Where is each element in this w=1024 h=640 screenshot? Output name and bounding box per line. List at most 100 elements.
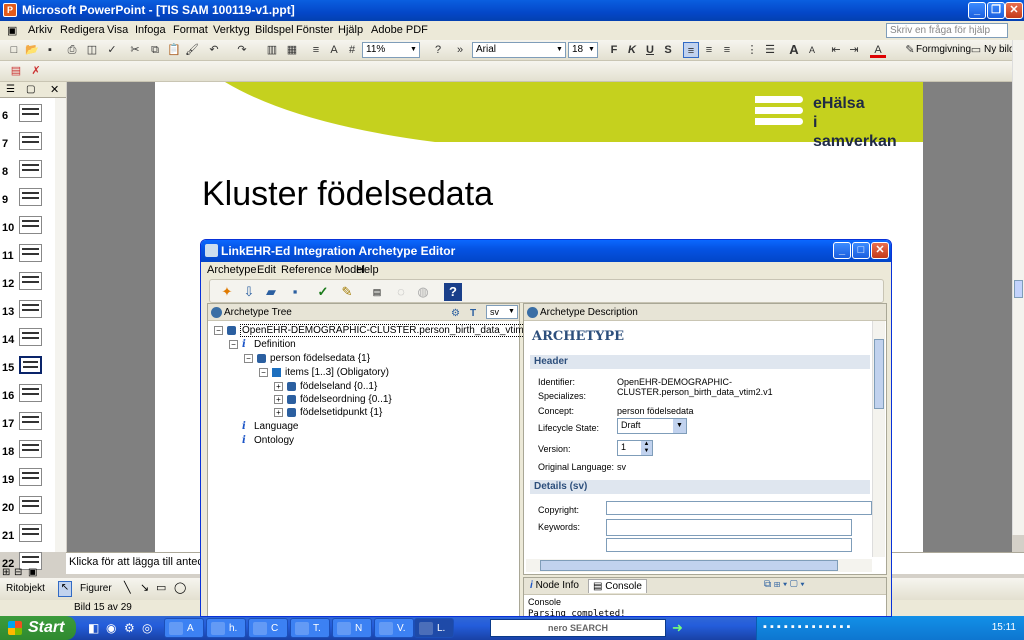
- redo-icon[interactable]: ↷: [234, 42, 250, 58]
- preview-icon[interactable]: ◫: [84, 42, 100, 58]
- menu-icon[interactable]: ▣: [7, 24, 17, 37]
- slide-preview[interactable]: [19, 412, 42, 430]
- print-icon[interactable]: ⎙: [64, 42, 80, 58]
- tree-field[interactable]: + födelseordning {0..1}: [274, 394, 392, 406]
- lifecycle-select[interactable]: Draft ▼: [617, 418, 687, 434]
- slides-tab[interactable]: ▢: [26, 84, 35, 95]
- slide-preview[interactable]: [19, 216, 42, 234]
- align-left-icon[interactable]: ≡: [683, 42, 699, 58]
- select-pointer-icon[interactable]: ↖: [58, 581, 72, 597]
- slide-preview[interactable]: [19, 132, 42, 150]
- save-icon[interactable]: ▪: [286, 283, 304, 301]
- tray-icons[interactable]: ▪ ▪ ▪ ▪ ▪ ▪ ▪ ▪ ▪ ▪ ▪ ▪ ▪: [763, 621, 850, 633]
- copy-icon[interactable]: ⧉: [147, 42, 163, 58]
- menu-fonster[interactable]: Fönster: [296, 24, 333, 36]
- slide-thumbnail[interactable]: 20: [0, 494, 60, 520]
- taskbar-button[interactable]: V.: [374, 618, 414, 638]
- slide-thumbnail[interactable]: 9: [0, 186, 60, 212]
- tree-definition[interactable]: − i Definition: [229, 339, 296, 351]
- ritobjekt-menu[interactable]: Ritobjekt: [6, 583, 45, 594]
- sorter-view-icon[interactable]: ⊟: [14, 567, 22, 578]
- slide-thumbnail[interactable]: 19: [0, 466, 60, 492]
- tab-node-info[interactable]: i Node Info: [530, 580, 579, 591]
- slide-thumbnail[interactable]: 10: [0, 214, 60, 240]
- slide-thumbnail[interactable]: 7: [0, 130, 60, 156]
- tree-field[interactable]: + födelseland {0..1}: [274, 381, 377, 393]
- expand-icon[interactable]: ≡: [308, 42, 324, 58]
- help-icon[interactable]: ?: [430, 42, 446, 58]
- quicklaunch-icon[interactable]: ◧: [88, 621, 99, 635]
- italic-icon[interactable]: K: [624, 42, 640, 58]
- tree-root[interactable]: − OpenEHR-DEMOGRAPHIC-CLUSTER.person_birt…: [214, 324, 545, 337]
- save-icon[interactable]: ▪: [42, 42, 58, 58]
- normal-view-icon[interactable]: ⊞: [2, 567, 10, 578]
- menu-visa[interactable]: Visa: [107, 24, 128, 36]
- slide-preview[interactable]: [19, 440, 42, 458]
- new-slide-button[interactable]: Ny bild: [984, 44, 1015, 55]
- slide-thumbnail[interactable]: 14: [0, 326, 60, 352]
- slide-thumbnail[interactable]: 17: [0, 410, 60, 436]
- tree-items[interactable]: − items [1..3] (Obligatory): [259, 367, 389, 379]
- delete-slide-icon[interactable]: ✗: [28, 63, 44, 79]
- menu-help[interactable]: Help: [356, 262, 379, 278]
- scroll-thumb[interactable]: [874, 339, 884, 409]
- tree-language[interactable]: i Language: [242, 421, 299, 433]
- arrow-icon[interactable]: ↘: [140, 581, 149, 594]
- slide-preview[interactable]: [19, 104, 42, 122]
- taskbar-button[interactable]: L.: [414, 618, 454, 638]
- zoom-select[interactable]: 11% ▼: [362, 42, 420, 58]
- copyright-field[interactable]: [606, 501, 872, 515]
- header-section[interactable]: Header: [530, 355, 870, 369]
- validate-icon[interactable]: ✓: [314, 283, 332, 301]
- keywords-field[interactable]: [606, 519, 852, 536]
- app-icon[interactable]: ⚙: [124, 621, 135, 635]
- slide-preview[interactable]: [19, 160, 42, 178]
- tree-ontology[interactable]: i Ontology: [242, 435, 294, 447]
- details-section[interactable]: Details (sv): [530, 480, 870, 494]
- adl-icon[interactable]: ▤: [368, 283, 386, 301]
- maximize-button[interactable]: ❐: [987, 2, 1005, 19]
- slide-thumbnail[interactable]: 21: [0, 522, 60, 548]
- tree-cluster[interactable]: − person födelsedata {1}: [244, 353, 370, 365]
- slide-preview[interactable]: [19, 496, 42, 514]
- rectangle-icon[interactable]: ▭: [156, 581, 166, 594]
- slide-thumbnail[interactable]: 8: [0, 158, 60, 184]
- slide-thumbnail[interactable]: 15: [0, 354, 60, 380]
- taskbar-button[interactable]: N: [332, 618, 372, 638]
- menu-archetype[interactable]: Archetype: [207, 262, 257, 278]
- menu-format[interactable]: Format: [173, 24, 208, 36]
- menu-edit[interactable]: Edit: [257, 262, 276, 278]
- align-right-icon[interactable]: ≡: [719, 42, 735, 58]
- open-folder-icon[interactable]: ▰: [262, 283, 280, 301]
- import-icon[interactable]: ⇩: [240, 283, 258, 301]
- underline-icon[interactable]: U: [642, 42, 658, 58]
- tab-console[interactable]: ▤ Console: [588, 579, 647, 593]
- cut-icon[interactable]: ✂: [127, 42, 143, 58]
- menu-hjalp[interactable]: Hjälp: [338, 24, 363, 36]
- menu-infoga[interactable]: Infoga: [135, 24, 166, 36]
- numbering-icon[interactable]: ⋮: [744, 42, 760, 58]
- start-button[interactable]: Start: [0, 616, 76, 640]
- vertical-scrollbar[interactable]: [1012, 40, 1024, 535]
- menu-redigera[interactable]: Redigera: [60, 24, 105, 36]
- language-select[interactable]: sv ▼: [486, 305, 518, 319]
- description-scrollbar[interactable]: [872, 321, 885, 557]
- bullets-icon[interactable]: ☰: [762, 42, 778, 58]
- font-size-select[interactable]: 18 ▼: [568, 42, 598, 58]
- formgivning-button[interactable]: Formgivning: [916, 44, 971, 55]
- tree-field[interactable]: + födelsetidpunkt {1}: [274, 407, 382, 419]
- line-icon[interactable]: ╲: [124, 581, 131, 594]
- new-icon[interactable]: □: [6, 42, 22, 58]
- formatting-icon[interactable]: A: [326, 42, 342, 58]
- decrease-font-icon[interactable]: A: [804, 42, 820, 58]
- slide-preview[interactable]: [19, 300, 42, 318]
- close-button[interactable]: ✕: [1005, 2, 1023, 19]
- taskbar-button[interactable]: C: [248, 618, 288, 638]
- bold-icon[interactable]: F: [606, 42, 622, 58]
- edit-spell-icon[interactable]: ✎: [338, 283, 356, 301]
- version-stepper[interactable]: 1 ▲ ▼: [617, 440, 653, 456]
- align-center-icon[interactable]: ≡: [701, 42, 717, 58]
- menu-bildspel[interactable]: Bildspel: [255, 24, 294, 36]
- new-archetype-icon[interactable]: ✦: [218, 283, 236, 301]
- menu-verktyg[interactable]: Verktyg: [213, 24, 250, 36]
